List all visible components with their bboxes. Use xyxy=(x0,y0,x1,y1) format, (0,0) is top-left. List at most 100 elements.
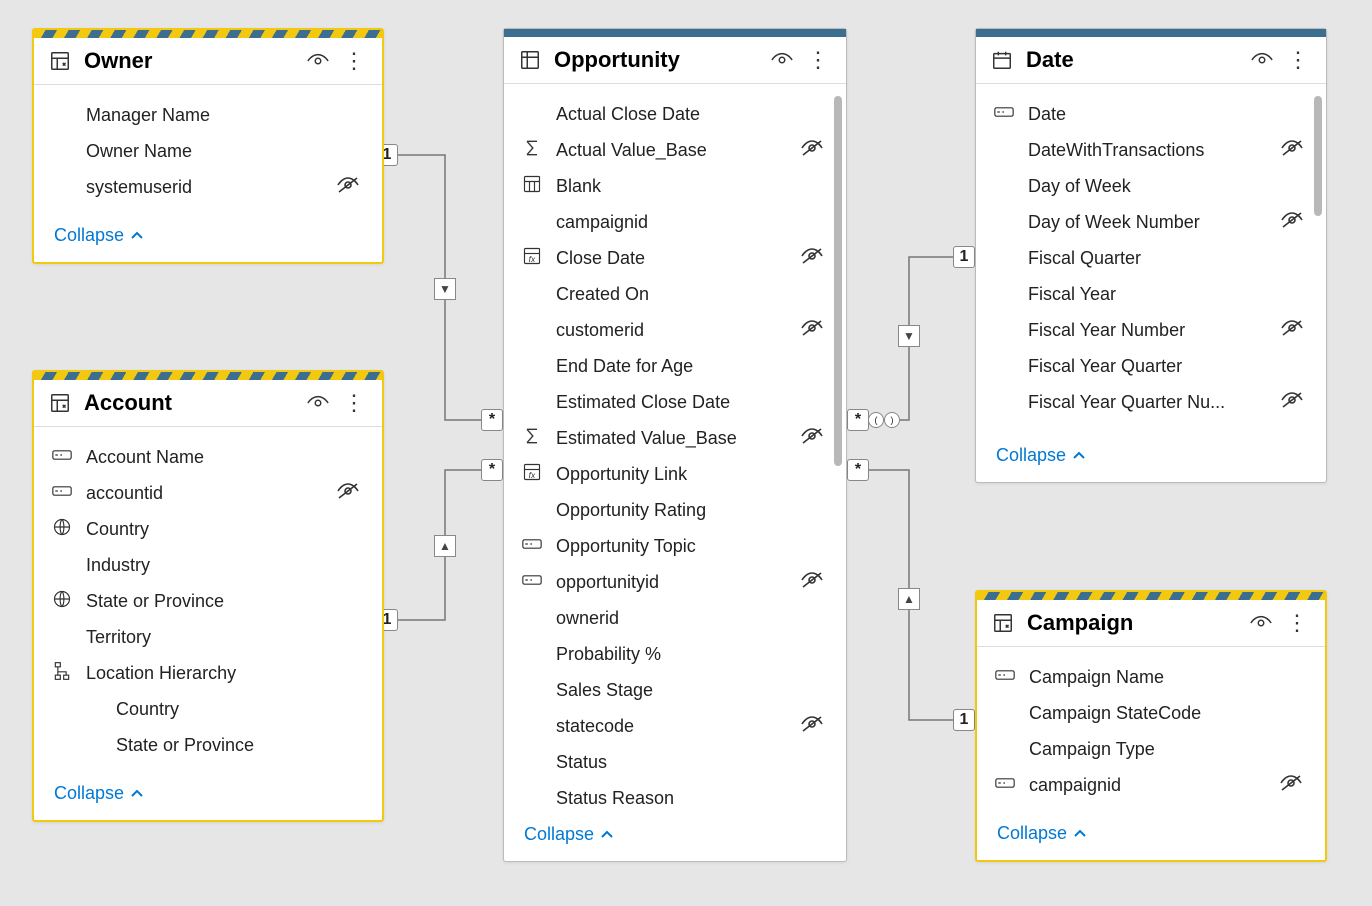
more-options-icon[interactable]: ⋮ xyxy=(342,391,366,415)
table-owner-header[interactable]: Owner ⋮ xyxy=(34,38,382,85)
field-label: customerid xyxy=(556,320,790,341)
hidden-icon[interactable] xyxy=(1280,319,1308,342)
field-row[interactable]: opportunityid xyxy=(504,564,846,600)
field-row[interactable]: Campaign Type xyxy=(977,731,1325,767)
field-row[interactable]: Territory xyxy=(34,619,382,655)
hidden-icon[interactable] xyxy=(336,176,364,199)
table-account-header[interactable]: Account ⋮ xyxy=(34,380,382,427)
field-row[interactable]: Actual Close Date xyxy=(504,96,846,132)
field-row[interactable]: systemuserid xyxy=(34,169,382,205)
more-options-icon[interactable]: ⋮ xyxy=(1286,48,1310,72)
field-row[interactable]: customerid xyxy=(504,312,846,348)
visibility-icon[interactable] xyxy=(306,49,330,73)
collapse-button-campaign[interactable]: Collapse xyxy=(977,809,1325,860)
field-row[interactable]: Fiscal Year Quarter Nu... xyxy=(976,384,1326,420)
key-icon xyxy=(522,572,546,593)
field-row[interactable]: Country xyxy=(34,691,382,727)
field-row[interactable]: Opportunity Topic xyxy=(504,528,846,564)
collapse-button-opportunity[interactable]: Collapse xyxy=(504,810,846,861)
field-row[interactable]: Date xyxy=(976,96,1326,132)
field-row[interactable]: campaignid xyxy=(504,204,846,240)
field-row[interactable]: fxOpportunity Link xyxy=(504,456,846,492)
field-row[interactable]: Day of Week Number xyxy=(976,204,1326,240)
hidden-icon[interactable] xyxy=(800,571,828,594)
field-row[interactable]: State or Province xyxy=(34,727,382,763)
field-label: Status Reason xyxy=(556,788,828,809)
field-label: Blank xyxy=(556,176,828,197)
hidden-icon[interactable] xyxy=(1279,774,1307,797)
field-row[interactable]: DateWithTransactions xyxy=(976,132,1326,168)
collapse-button-owner[interactable]: Collapse xyxy=(34,211,382,262)
collapse-button-date[interactable]: Collapse xyxy=(976,431,1326,482)
field-row[interactable]: Campaign Name xyxy=(977,659,1325,695)
more-options-icon[interactable]: ⋮ xyxy=(342,49,366,73)
field-row[interactable]: statecode xyxy=(504,708,846,744)
filter-direction-owner-opportunity[interactable]: ▼ xyxy=(434,278,456,300)
hidden-icon[interactable] xyxy=(800,139,828,162)
table-owner[interactable]: Owner ⋮ Manager NameOwner Namesystemuser… xyxy=(32,28,384,264)
cardinality-date-one: 1 xyxy=(953,246,975,268)
table-account[interactable]: Account ⋮ Account NameaccountidCountryIn… xyxy=(32,370,384,822)
table-campaign[interactable]: Campaign ⋮ Campaign NameCampaign StateCo… xyxy=(975,590,1327,862)
table-account-topbar xyxy=(34,372,382,380)
filter-direction-date-opportunity[interactable]: ▼ xyxy=(898,325,920,347)
field-row[interactable]: Opportunity Rating xyxy=(504,492,846,528)
field-row[interactable]: Fiscal Quarter xyxy=(976,240,1326,276)
more-options-icon[interactable]: ⋮ xyxy=(1285,611,1309,635)
field-row[interactable]: Probability % xyxy=(504,636,846,672)
table-date-header[interactable]: Date ⋮ xyxy=(976,37,1326,84)
field-row[interactable]: Account Name xyxy=(34,439,382,475)
table-date[interactable]: Date ⋮ DateDateWithTransactionsDay of We… xyxy=(975,28,1327,483)
visibility-icon[interactable] xyxy=(770,48,794,72)
field-row[interactable]: Fiscal Year Quarter xyxy=(976,348,1326,384)
hidden-icon[interactable] xyxy=(1280,391,1308,414)
table-opportunity[interactable]: Opportunity ⋮ Actual Close DateActual Va… xyxy=(503,28,847,862)
hidden-icon[interactable] xyxy=(800,319,828,342)
table-opportunity-header[interactable]: Opportunity ⋮ xyxy=(504,37,846,84)
sigma-icon xyxy=(522,138,546,163)
field-label: Date xyxy=(1028,104,1308,125)
field-row[interactable]: campaignid xyxy=(977,767,1325,803)
filter-direction-campaign-opportunity[interactable]: ▲ xyxy=(898,588,920,610)
field-row[interactable]: Estimated Value_Base xyxy=(504,420,846,456)
field-row[interactable]: Estimated Close Date xyxy=(504,384,846,420)
scrollbar-thumb[interactable] xyxy=(1314,96,1322,216)
field-row[interactable]: ownerid xyxy=(504,600,846,636)
collapse-button-account[interactable]: Collapse xyxy=(34,769,382,820)
field-row[interactable]: Location Hierarchy xyxy=(34,655,382,691)
visibility-icon[interactable] xyxy=(1249,611,1273,635)
visibility-icon[interactable] xyxy=(306,391,330,415)
field-row[interactable]: fxClose Date xyxy=(504,240,846,276)
field-row[interactable]: Owner Name xyxy=(34,133,382,169)
field-row[interactable]: Day of Week xyxy=(976,168,1326,204)
field-row[interactable]: Sales Stage xyxy=(504,672,846,708)
filter-direction-account-opportunity[interactable]: ▲ xyxy=(434,535,456,557)
field-row[interactable]: Actual Value_Base xyxy=(504,132,846,168)
field-row[interactable]: End Date for Age xyxy=(504,348,846,384)
field-row[interactable]: Country xyxy=(34,511,382,547)
hidden-icon[interactable] xyxy=(336,482,364,505)
visibility-icon[interactable] xyxy=(1250,48,1274,72)
hidden-icon[interactable] xyxy=(1280,211,1308,234)
field-row[interactable]: Status Reason xyxy=(504,780,846,810)
field-row[interactable]: Fiscal Year Number xyxy=(976,312,1326,348)
field-row[interactable]: accountid xyxy=(34,475,382,511)
hidden-icon[interactable] xyxy=(800,247,828,270)
field-row[interactable]: Status xyxy=(504,744,846,780)
field-row[interactable]: Industry xyxy=(34,547,382,583)
model-canvas[interactable]: 1 1 * * * * 1 1 ▼ ▲ ▼ ▲ ( ) Owner ⋮ Mana… xyxy=(0,0,1372,906)
hidden-icon[interactable] xyxy=(800,427,828,450)
field-label: State or Province xyxy=(86,591,364,612)
hidden-icon[interactable] xyxy=(1280,139,1308,162)
field-row[interactable]: Created On xyxy=(504,276,846,312)
scrollbar-thumb[interactable] xyxy=(834,96,842,466)
more-options-icon[interactable]: ⋮ xyxy=(806,48,830,72)
field-label: Fiscal Year Quarter Nu... xyxy=(1028,392,1270,413)
field-row[interactable]: Manager Name xyxy=(34,97,382,133)
field-row[interactable]: State or Province xyxy=(34,583,382,619)
field-row[interactable]: Campaign StateCode xyxy=(977,695,1325,731)
table-campaign-header[interactable]: Campaign ⋮ xyxy=(977,600,1325,647)
field-row[interactable]: Blank xyxy=(504,168,846,204)
field-row[interactable]: Fiscal Year xyxy=(976,276,1326,312)
hidden-icon[interactable] xyxy=(800,715,828,738)
